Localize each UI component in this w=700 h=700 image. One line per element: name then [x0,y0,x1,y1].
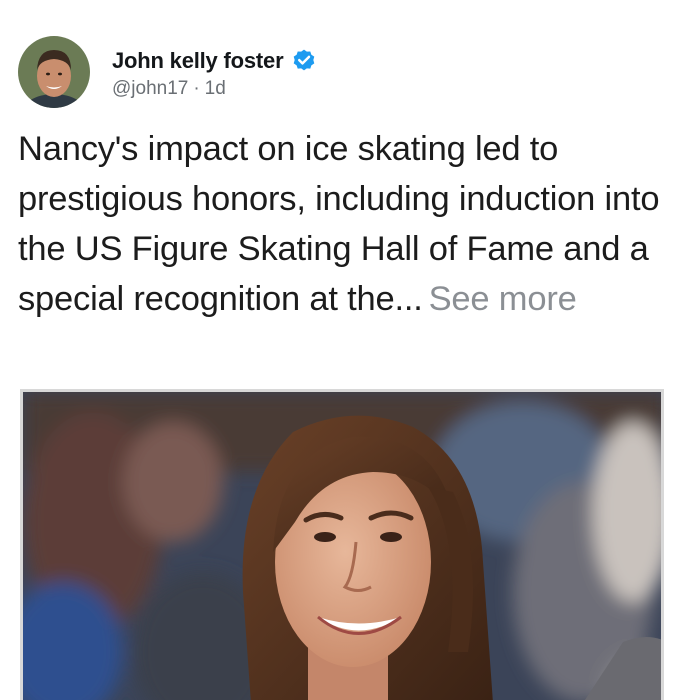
post-photo[interactable] [20,389,664,700]
author-meta-row: @john17 · 1d [112,78,317,100]
meta-separator: · [193,78,200,99]
author-info: John kelly foster @john17 · 1d [112,44,317,100]
verified-badge-icon [291,48,317,74]
post-header: John kelly foster @john17 · 1d [18,36,317,108]
author-handle[interactable]: @john17 [112,78,188,100]
author-name-row: John kelly foster [112,44,317,78]
author-display-name[interactable]: John kelly foster [112,48,284,74]
avatar[interactable] [18,36,90,108]
post-timestamp[interactable]: 1d [205,78,226,100]
post-body: Nancy's impact on ice skating led to pre… [18,124,688,324]
post-card: John kelly foster @john17 · 1d Nancy's i… [0,0,700,700]
see-more-link[interactable]: See more [429,280,577,318]
